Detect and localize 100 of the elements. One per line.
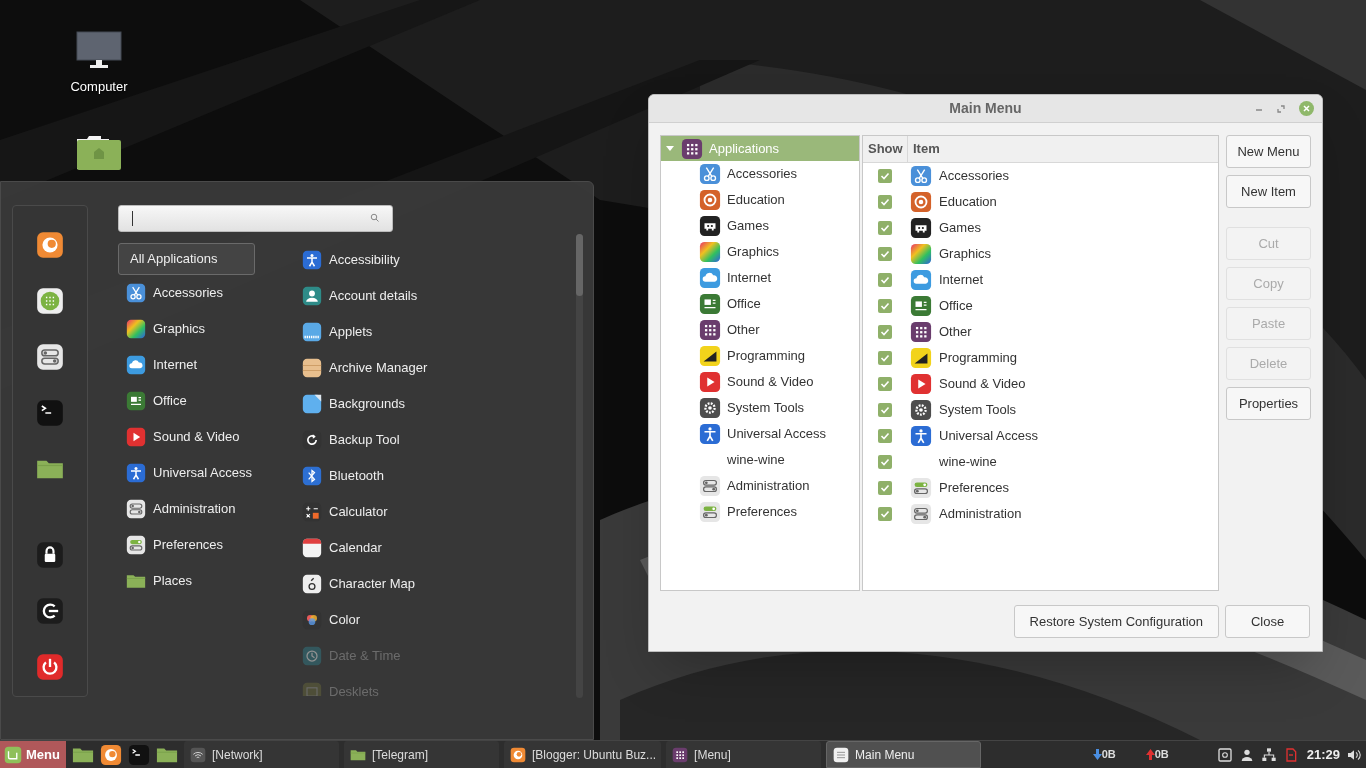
table-cell-text: Other — [939, 323, 972, 342]
action-button[interactable]: New Menu — [1226, 135, 1311, 168]
favorite-button[interactable] — [36, 541, 64, 569]
footer-button[interactable]: Close — [1225, 605, 1310, 638]
category-item[interactable]: Sound & Video — [118, 419, 288, 455]
bluetooth-icon — [302, 466, 322, 486]
app-item[interactable]: Applets — [302, 314, 562, 350]
window-button[interactable]: [Network] — [184, 741, 339, 768]
checkbox[interactable] — [878, 377, 892, 391]
favorite-button[interactable] — [36, 287, 64, 315]
checkbox[interactable] — [878, 481, 892, 495]
clock[interactable]: 21:29 — [1306, 744, 1340, 765]
launcher-button[interactable] — [100, 742, 122, 767]
category-item[interactable]: Graphics — [118, 311, 288, 347]
footer-button[interactable]: Restore System Configuration — [1013, 605, 1219, 638]
document-icon — [699, 293, 721, 315]
cloud-icon — [126, 355, 146, 375]
checkbox[interactable] — [878, 247, 892, 261]
terminal-icon — [128, 743, 150, 766]
favorite-button[interactable] — [36, 597, 64, 625]
app-item[interactable]: Account details — [302, 278, 562, 314]
tree-item[interactable]: Education — [661, 187, 859, 213]
tray-button[interactable] — [1260, 746, 1277, 763]
category-item[interactable]: All Applications — [118, 243, 255, 275]
close-icon[interactable] — [1299, 101, 1314, 116]
tree-item[interactable]: Programming — [661, 343, 859, 369]
favorite-button[interactable] — [36, 653, 64, 681]
tree-item[interactable]: Games — [661, 213, 859, 239]
category-item[interactable]: Universal Access — [118, 455, 288, 491]
app-item[interactable]: Backup Tool — [302, 422, 562, 458]
menu-button[interactable]: Menu — [0, 740, 66, 768]
checkbox[interactable] — [878, 429, 892, 443]
window-button[interactable]: Main Menu — [826, 741, 982, 768]
table-cell-text: Office — [939, 297, 973, 316]
tree-item[interactable]: Administration — [661, 473, 859, 499]
launcher-button[interactable] — [128, 742, 150, 767]
column-header[interactable]: Show — [863, 136, 908, 162]
window-button[interactable]: [Telegram] — [344, 741, 499, 768]
search-field[interactable] — [118, 205, 393, 232]
app-item[interactable]: Backgrounds — [302, 386, 562, 422]
table-cell-text: wine-wine — [939, 453, 997, 472]
user-icon — [302, 286, 322, 306]
tree-item[interactable]: wine-wine — [661, 447, 859, 473]
scrollbar[interactable] — [576, 234, 583, 698]
checkbox[interactable] — [878, 351, 892, 365]
tree-item[interactable]: Preferences — [661, 499, 859, 525]
scissors-icon — [699, 163, 721, 185]
category-item[interactable]: Accessories — [118, 275, 288, 311]
app-item[interactable]: Archive Manager — [302, 350, 562, 386]
gear-icon — [699, 397, 721, 419]
window-button[interactable]: [Blogger: Ubuntu Buz... — [504, 741, 662, 768]
app-item[interactable]: Accessibility — [302, 242, 562, 278]
checkbox[interactable] — [878, 403, 892, 417]
category-item[interactable]: Places — [118, 563, 288, 599]
grid-icon — [681, 137, 703, 160]
tree-item[interactable]: Sound & Video — [661, 369, 859, 395]
category-item[interactable]: Administration — [118, 491, 288, 527]
checkbox[interactable] — [878, 169, 892, 183]
action-button[interactable]: New Item — [1226, 175, 1311, 208]
checkbox[interactable] — [878, 195, 892, 209]
table-cell-text: Preferences — [939, 479, 1010, 498]
tree-item[interactable]: Graphics — [661, 239, 859, 265]
favorite-button[interactable] — [36, 343, 64, 371]
tray-button[interactable] — [1216, 746, 1233, 763]
app-item[interactable]: Calendar — [302, 530, 562, 566]
favorite-button[interactable] — [36, 231, 64, 259]
tree-item[interactable]: System Tools — [661, 395, 859, 421]
app-item[interactable]: Color — [302, 602, 562, 638]
tree-item[interactable]: Office — [661, 291, 859, 317]
app-item[interactable]: Calculator — [302, 494, 562, 530]
checkbox[interactable] — [878, 299, 892, 313]
check-icon — [880, 275, 890, 285]
logout-icon — [36, 597, 64, 625]
table-cell-text: Games — [939, 219, 981, 238]
checkbox[interactable] — [878, 325, 892, 339]
tree-item[interactable]: Accessories — [661, 161, 859, 187]
category-item[interactable]: Office — [118, 383, 288, 419]
desktop-icon-label[interactable]: Computer — [70, 77, 128, 97]
app-item[interactable]: Character Map — [302, 566, 562, 602]
action-button[interactable]: Properties — [1226, 387, 1311, 420]
category-item[interactable]: Internet — [118, 347, 288, 383]
checkbox[interactable] — [878, 455, 892, 469]
column-header[interactable]: Item — [908, 136, 1218, 162]
favorite-button[interactable] — [36, 399, 64, 427]
tree-item[interactable]: Internet — [661, 265, 859, 291]
checkbox[interactable] — [878, 273, 892, 287]
maximize-icon[interactable] — [1277, 104, 1285, 113]
category-item[interactable]: Preferences — [118, 527, 288, 563]
app-item[interactable]: Bluetooth — [302, 458, 562, 494]
applet-icon — [302, 322, 322, 342]
checkbox[interactable] — [878, 507, 892, 521]
check-icon — [880, 509, 890, 519]
tree-item[interactable]: Universal Access — [661, 421, 859, 447]
window-button[interactable]: [Menu] — [666, 741, 822, 768]
check-icon — [880, 457, 890, 467]
window-icon — [1216, 746, 1233, 763]
checkbox[interactable] — [878, 221, 892, 235]
scissors-icon — [126, 283, 146, 303]
tree-item[interactable]: Other — [661, 317, 859, 343]
check-icon — [880, 223, 890, 233]
